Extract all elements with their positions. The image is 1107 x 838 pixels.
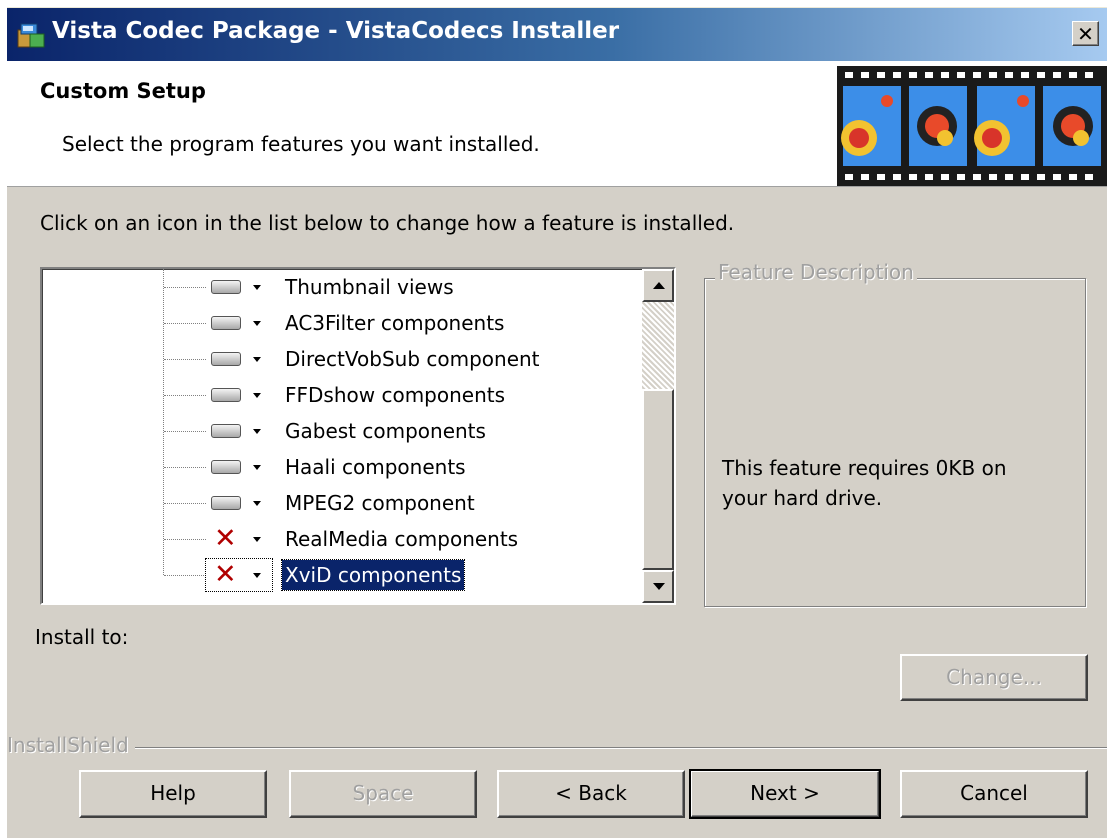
chevron-down-icon xyxy=(253,501,261,506)
help-button[interactable]: Help xyxy=(79,770,267,818)
chevron-down-icon xyxy=(253,537,261,542)
feature-state-dropdown[interactable] xyxy=(206,487,272,519)
space-button[interactable]: Space xyxy=(289,770,477,818)
page-subtitle: Select the program features you want ins… xyxy=(62,132,540,156)
instruction-text: Click on an icon in the list below to ch… xyxy=(40,211,735,235)
feature-item-gabest[interactable]: Gabest components xyxy=(42,413,642,449)
tree-branch xyxy=(164,467,206,468)
hard-drive-icon xyxy=(211,388,241,402)
feature-state-dropdown[interactable] xyxy=(206,451,272,483)
feature-label[interactable]: AC3Filter components xyxy=(282,308,507,338)
chevron-down-icon xyxy=(253,573,261,578)
tree-branch xyxy=(164,539,206,540)
feature-description-group xyxy=(704,278,1086,607)
feature-item-thumbnail-views[interactable]: Thumbnail views xyxy=(42,269,642,305)
feature-label[interactable]: RealMedia components xyxy=(282,524,521,554)
change-button[interactable]: Change... xyxy=(900,654,1088,701)
hard-drive-icon xyxy=(211,352,241,366)
chevron-down-icon xyxy=(253,429,261,434)
scrollbar-thumb[interactable] xyxy=(642,389,674,570)
red-x-icon: ✕ xyxy=(214,523,237,554)
installshield-label: InstallShield xyxy=(7,733,135,757)
tree-branch xyxy=(164,503,206,504)
feature-state-dropdown[interactable] xyxy=(206,307,272,339)
feature-state-dropdown[interactable]: ✕ xyxy=(206,523,272,555)
feature-state-dropdown[interactable] xyxy=(206,379,272,411)
tree-branch xyxy=(164,575,206,576)
feature-item-xvid[interactable]: ✕ XviD components xyxy=(42,557,642,593)
chevron-down-icon xyxy=(253,357,261,362)
tree-branch xyxy=(164,323,206,324)
hard-drive-icon xyxy=(211,496,241,510)
arrow-down-icon xyxy=(653,583,665,590)
hard-drive-icon xyxy=(211,424,241,438)
feature-state-dropdown[interactable]: ✕ xyxy=(205,558,273,592)
feature-item-directvobsub[interactable]: DirectVobSub component xyxy=(42,341,642,377)
close-button[interactable]: ✕ xyxy=(1072,21,1099,46)
tree-branch xyxy=(164,287,206,288)
feature-label[interactable]: FFDshow components xyxy=(282,380,508,410)
feature-description-text: This feature requires 0KB on your hard d… xyxy=(722,456,1007,510)
title-bar[interactable]: Vista Codec Package - VistaCodecs Instal… xyxy=(7,8,1107,61)
chevron-down-icon xyxy=(253,393,261,398)
installshield-divider xyxy=(7,747,1107,749)
tree-scrollbar[interactable] xyxy=(642,269,674,603)
page-title: Custom Setup xyxy=(40,79,206,103)
tree-branch xyxy=(164,359,206,360)
cancel-button[interactable]: Cancel xyxy=(900,770,1088,818)
hard-drive-icon xyxy=(211,280,241,294)
feature-label[interactable]: Thumbnail views xyxy=(282,272,457,302)
feature-state-dropdown[interactable] xyxy=(206,415,272,447)
feature-state-dropdown[interactable] xyxy=(206,343,272,375)
scroll-up-button[interactable] xyxy=(642,269,674,302)
scroll-down-button[interactable] xyxy=(642,570,674,603)
film-strip-banner-image xyxy=(837,66,1107,186)
feature-label[interactable]: MPEG2 component xyxy=(282,488,478,518)
feature-tree[interactable]: Thumbnail views AC3Filter components Dir… xyxy=(40,267,676,605)
hard-drive-icon xyxy=(211,460,241,474)
feature-item-ffdshow[interactable]: FFDshow components xyxy=(42,377,642,413)
feature-item-ac3filter[interactable]: AC3Filter components xyxy=(42,305,642,341)
feature-state-dropdown[interactable] xyxy=(206,271,272,303)
header-panel: Custom Setup Select the program features… xyxy=(7,61,1107,187)
hard-drive-icon xyxy=(211,316,241,330)
feature-item-realmedia[interactable]: ✕ RealMedia components xyxy=(42,521,642,557)
chevron-down-icon xyxy=(253,321,261,326)
feature-label-selected[interactable]: XviD components xyxy=(280,559,466,591)
feature-item-mpeg2[interactable]: MPEG2 component xyxy=(42,485,642,521)
window-title: Vista Codec Package - VistaCodecs Instal… xyxy=(52,18,620,44)
back-button[interactable]: < Back xyxy=(497,770,685,818)
arrow-up-icon xyxy=(653,282,665,289)
feature-label[interactable]: DirectVobSub component xyxy=(282,344,543,374)
install-to-label: Install to: xyxy=(35,625,129,649)
red-x-icon: ✕ xyxy=(214,559,237,590)
feature-description-legend: Feature Description xyxy=(715,260,917,284)
feature-label[interactable]: Haali components xyxy=(282,452,469,482)
tree-branch xyxy=(164,395,206,396)
feature-label[interactable]: Gabest components xyxy=(282,416,489,446)
tree-branch xyxy=(164,431,206,432)
feature-item-haali[interactable]: Haali components xyxy=(42,449,642,485)
chevron-down-icon xyxy=(253,465,261,470)
installer-package-icon xyxy=(17,23,45,48)
installer-window: Vista Codec Package - VistaCodecs Instal… xyxy=(7,7,1107,838)
next-button[interactable]: Next > xyxy=(689,769,881,819)
chevron-down-icon xyxy=(253,285,261,290)
